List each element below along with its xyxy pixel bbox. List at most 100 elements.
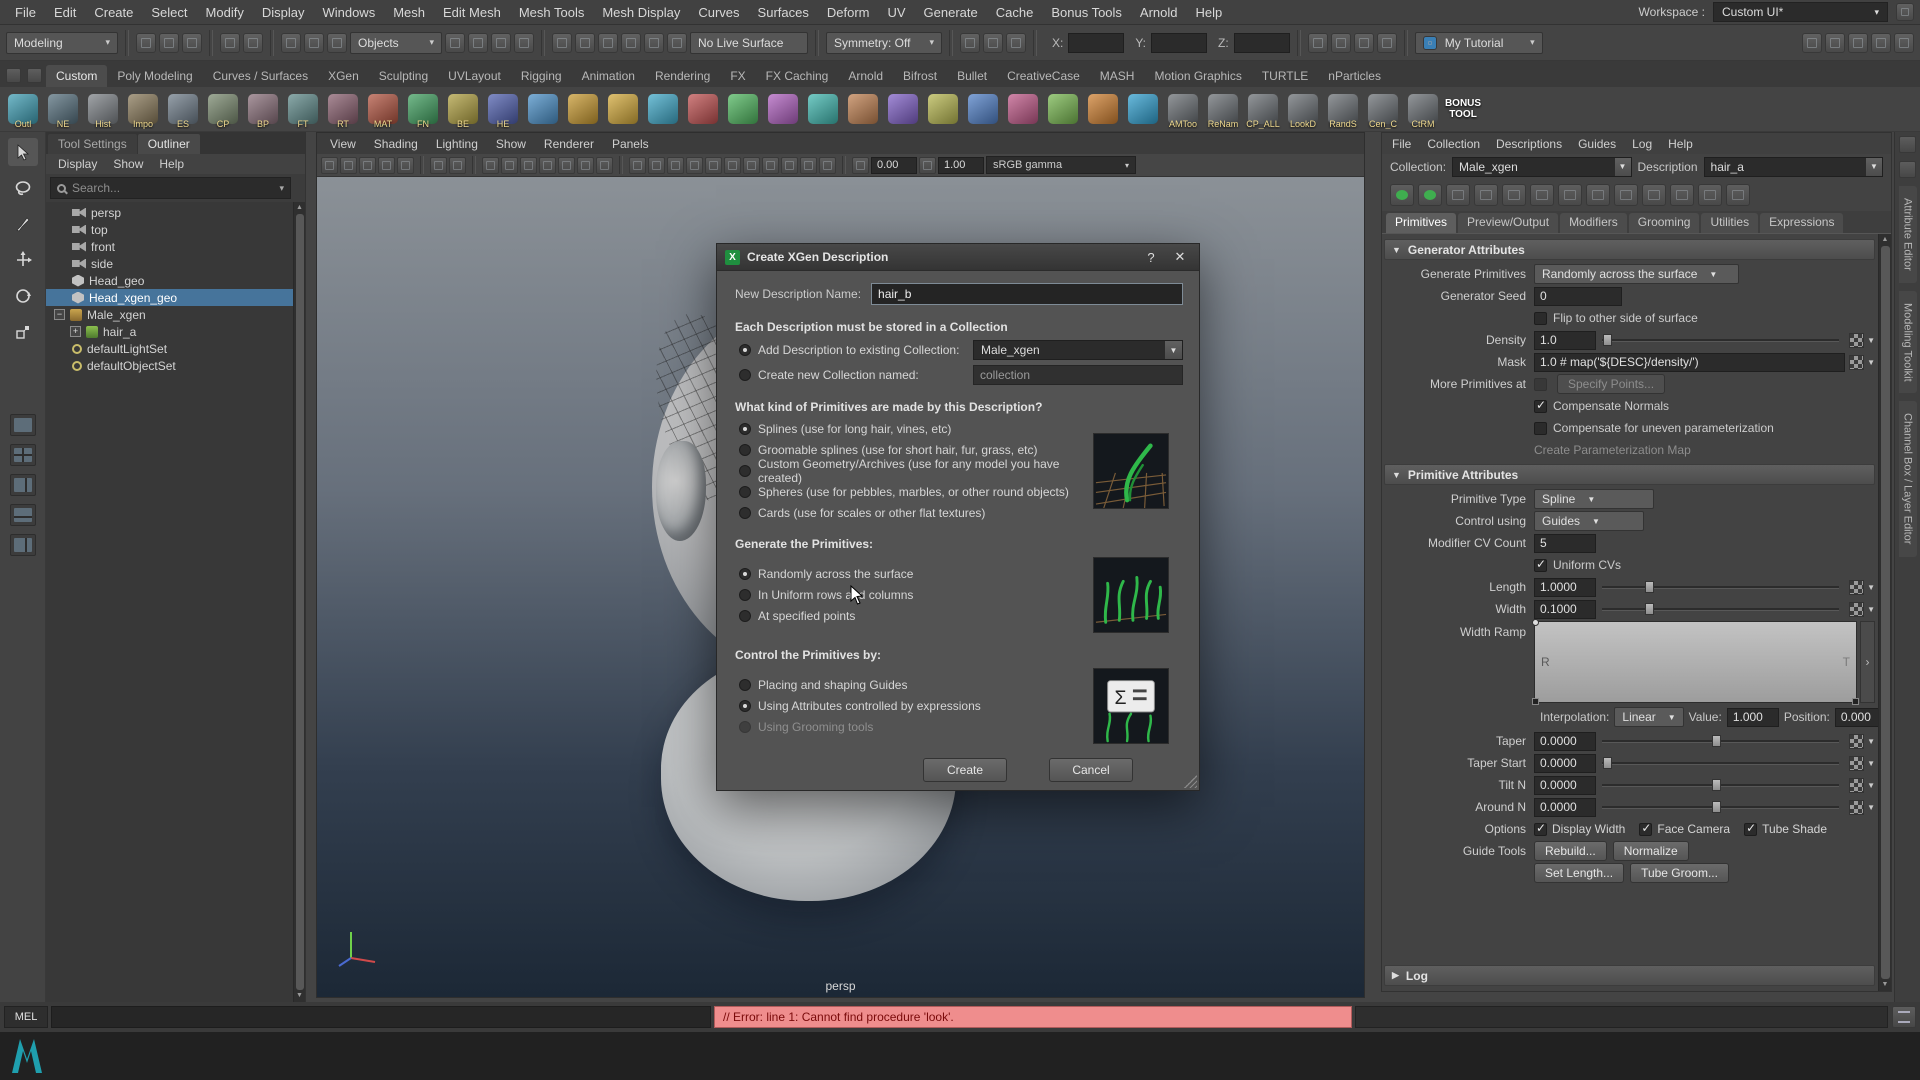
map-icon[interactable]: [1849, 580, 1864, 595]
control-mode-radio[interactable]: Using Attributes controlled by expressio…: [739, 697, 1085, 715]
scrollbar-thumb[interactable]: [1881, 246, 1890, 979]
outliner-item-male-xgen[interactable]: −Male_xgen: [46, 306, 293, 323]
shelf-button[interactable]: RandS: [1324, 88, 1362, 130]
radio-new-collection[interactable]: Create new Collection named:: [739, 366, 973, 384]
shelf-button[interactable]: [604, 88, 642, 130]
exposure-icon[interactable]: [852, 157, 869, 174]
script-editor-icon[interactable]: [1892, 1006, 1916, 1028]
xgen-create-description-icon[interactable]: [1390, 184, 1414, 206]
workspace-settings-icon[interactable]: [1896, 3, 1914, 21]
snap-view-plane-icon[interactable]: [644, 33, 664, 53]
attribute-slider[interactable]: [1602, 601, 1839, 617]
input-connections-icon[interactable]: [960, 33, 980, 53]
menu-item[interactable]: Generate: [915, 0, 987, 24]
safe-action-icon[interactable]: [577, 157, 594, 174]
chevron-down-icon[interactable]: ▼: [1867, 737, 1875, 746]
rebuild-button[interactable]: Rebuild...: [1534, 841, 1607, 861]
layout-two-pane-side-button[interactable]: [10, 474, 36, 496]
xgen-clear-preview-icon[interactable]: [1642, 184, 1666, 206]
snap-curve-icon[interactable]: [575, 33, 595, 53]
shelf-button[interactable]: [564, 88, 602, 130]
slider-handle[interactable]: [1712, 779, 1721, 791]
slider-handle[interactable]: [1712, 735, 1721, 747]
shelf-button[interactable]: [1124, 88, 1162, 130]
collapse-expander-icon[interactable]: −: [54, 309, 65, 320]
sidebar-vertical-tab[interactable]: Channel Box / Layer Editor: [1899, 401, 1917, 556]
y-coordinate-field[interactable]: [1151, 33, 1207, 53]
attribute-slider[interactable]: [1602, 733, 1839, 749]
display-width-checkbox[interactable]: [1534, 823, 1547, 836]
xgen-menu-item[interactable]: Help: [1660, 137, 1701, 151]
output-connections-icon[interactable]: [983, 33, 1003, 53]
shelf-button[interactable]: RT: [324, 88, 362, 130]
map-icon[interactable]: [1849, 734, 1864, 749]
menu-item[interactable]: Cache: [987, 0, 1043, 24]
generator-attributes-section-header[interactable]: ▼ Generator Attributes: [1384, 239, 1875, 260]
attribute-slider[interactable]: [1602, 755, 1839, 771]
xgen-create-collection-icon[interactable]: [1418, 184, 1442, 206]
select-handles-icon[interactable]: [445, 33, 465, 53]
xgen-export-icon[interactable]: [1446, 184, 1470, 206]
live-surface-field[interactable]: No Live Surface: [690, 32, 808, 54]
menu-item[interactable]: Deform: [818, 0, 879, 24]
xgen-tab[interactable]: Modifiers: [1560, 213, 1627, 233]
shelf-button[interactable]: [524, 88, 562, 130]
render-view-icon[interactable]: [1308, 33, 1328, 53]
generate-mode-radio[interactable]: At specified points: [739, 607, 1085, 625]
shelf-button[interactable]: Outl: [4, 88, 42, 130]
mask-field[interactable]: 1.0 # map('${DESC}/density/'): [1534, 353, 1845, 372]
attribute-slider[interactable]: [1602, 579, 1839, 595]
make-live-icon[interactable]: [667, 33, 687, 53]
map-icon[interactable]: [1849, 756, 1864, 771]
mask-map-icon[interactable]: [1849, 355, 1864, 370]
ramp-point-handle[interactable]: [1852, 698, 1859, 705]
viewport-menu-item[interactable]: Shading: [365, 137, 427, 151]
shelf-button[interactable]: [684, 88, 722, 130]
attribute-field[interactable]: 0.0000: [1534, 776, 1596, 795]
sidebar-vertical-tab[interactable]: Attribute Editor: [1899, 186, 1917, 283]
x-coordinate-field[interactable]: [1068, 33, 1124, 53]
collection-selector[interactable]: Male_xgen ▼: [1452, 157, 1631, 177]
xgen-menu-item[interactable]: Guides: [1570, 137, 1624, 151]
paint-select-tool-icon[interactable]: [8, 210, 38, 238]
control-using-selector[interactable]: Guides ▼: [1534, 511, 1644, 531]
chevron-down-icon[interactable]: ▼: [1867, 358, 1875, 367]
viewport-menu-item[interactable]: Show: [487, 137, 535, 151]
shelf-button[interactable]: LookD: [1284, 88, 1322, 130]
camera-attributes-icon[interactable]: [359, 157, 376, 174]
outliner-item-hair-a[interactable]: +hair_a: [46, 323, 293, 340]
density-field[interactable]: 1.0: [1534, 331, 1596, 350]
xgen-add-geometry-icon[interactable]: [1502, 184, 1526, 206]
multisampling-icon[interactable]: [743, 157, 760, 174]
undo-icon[interactable]: [220, 33, 240, 53]
primitive-type-radio[interactable]: Cards (use for scales or other flat text…: [739, 504, 1085, 522]
viewport-menu-item[interactable]: View: [321, 137, 365, 151]
description-selector[interactable]: hair_a ▼: [1704, 157, 1883, 177]
tab-outliner[interactable]: Outliner: [138, 134, 200, 154]
expand-expander-icon[interactable]: +: [70, 326, 81, 337]
shelf-button[interactable]: Cen_C: [1364, 88, 1402, 130]
field-chart-icon[interactable]: [558, 157, 575, 174]
two-d-pan-zoom-icon[interactable]: [430, 157, 447, 174]
map-icon[interactable]: [1849, 800, 1864, 815]
dialog-resize-grip[interactable]: [1184, 775, 1197, 788]
xgen-guide-display-icon[interactable]: [1698, 184, 1722, 206]
outliner-item-side[interactable]: side: [46, 255, 293, 272]
menu-item[interactable]: Mesh: [384, 0, 434, 24]
shelf-button[interactable]: [764, 88, 802, 130]
workspace-selector[interactable]: Custom UI* ▾: [1713, 2, 1888, 22]
chevron-down-icon[interactable]: ▼: [1867, 605, 1875, 614]
shelf-button[interactable]: CP: [204, 88, 242, 130]
open-scene-icon[interactable]: [159, 33, 179, 53]
shelf-tab[interactable]: CreativeCase: [997, 65, 1090, 87]
shelf-tab[interactable]: MASH: [1090, 65, 1145, 87]
xgen-auto-update-icon[interactable]: [1670, 184, 1694, 206]
outliner-menu-item[interactable]: Display: [50, 157, 105, 171]
film-gate-icon[interactable]: [501, 157, 518, 174]
shelf-button[interactable]: FT: [284, 88, 322, 130]
dialog-title-bar[interactable]: Create XGen Description ? ✕: [717, 244, 1199, 271]
xgen-menu-item[interactable]: Log: [1624, 137, 1660, 151]
shelf-button[interactable]: AMToo: [1164, 88, 1202, 130]
map-icon[interactable]: [1849, 602, 1864, 617]
snap-grid-icon[interactable]: [552, 33, 572, 53]
